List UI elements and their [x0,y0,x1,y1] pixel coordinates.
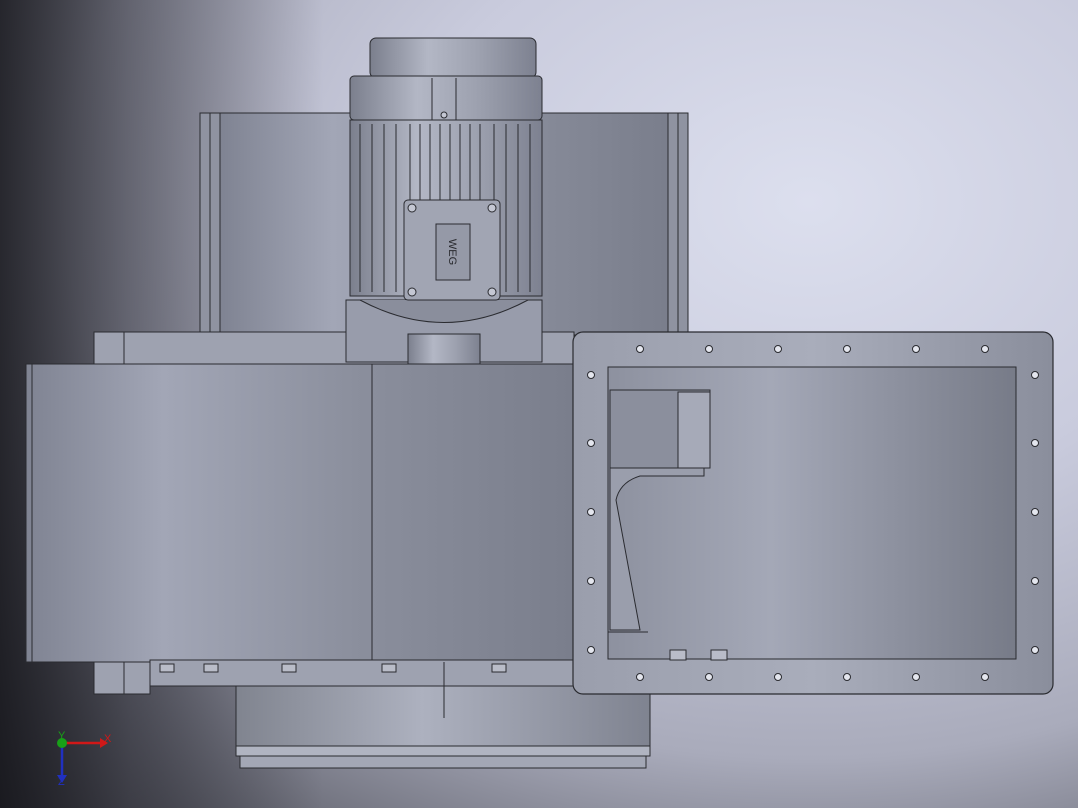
motor-logo: WEG [435,223,471,281]
cad-viewport[interactable]: WEG X Y Z [0,0,1078,808]
fan-assembly-model[interactable]: WEG [0,0,1078,808]
discharge-flange[interactable] [572,331,1054,695]
electric-motor[interactable]: WEG [349,37,543,301]
x-axis-label: X [104,733,112,745]
svg-text:WEG: WEG [446,239,458,265]
fan-housing[interactable] [25,363,575,663]
y-axis-label: Y [58,730,66,742]
z-axis-label: Z [58,776,65,788]
motor-mount [345,299,543,365]
